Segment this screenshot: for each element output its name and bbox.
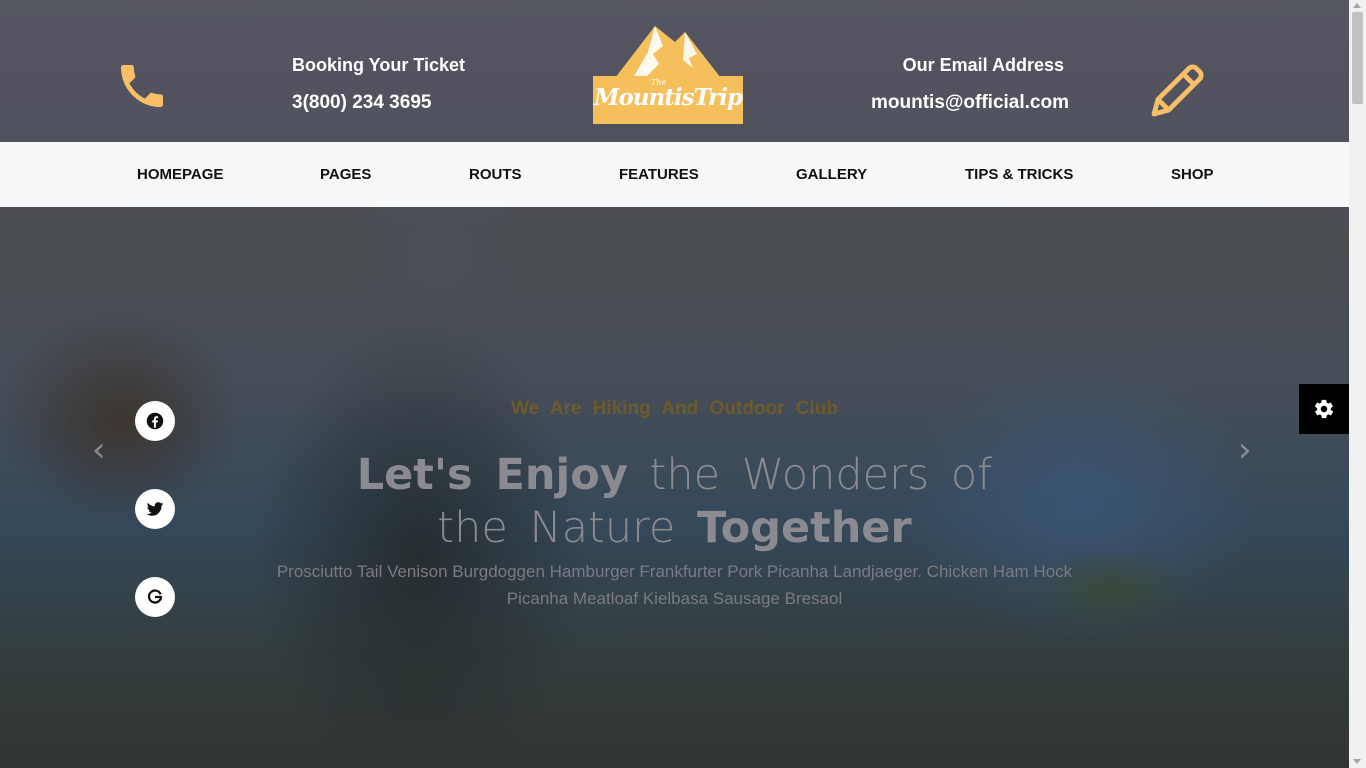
hero-title-line1: Let's Enjoy the Wonders of xyxy=(0,450,1349,500)
hero-description-line2: Picanha Meatloaf Kielbasa Sausage Bresao… xyxy=(506,589,843,608)
scroll-down-arrow-icon[interactable] xyxy=(1353,759,1361,764)
page-scrollbar[interactable] xyxy=(1349,0,1366,768)
google-button[interactable] xyxy=(135,577,175,617)
page: Booking Your Ticket 3(800) 234 3695 The … xyxy=(0,0,1366,768)
gear-icon xyxy=(1314,399,1334,419)
nav-tips-tricks[interactable]: TIPS & TRICKS xyxy=(965,166,1073,183)
nav-pages[interactable]: PAGES xyxy=(320,166,371,183)
mountain-logo-icon xyxy=(615,26,721,78)
nav-gallery[interactable]: GALLERY xyxy=(796,166,867,183)
pencil-icon xyxy=(1151,64,1204,117)
google-icon xyxy=(147,589,163,604)
email-title: Our Email Address xyxy=(902,55,1064,75)
hero-title-line2: the Nature Together xyxy=(0,503,1349,553)
logo-text: MountisTrip xyxy=(594,84,743,111)
facebook-button[interactable] xyxy=(135,401,175,441)
site-logo[interactable]: The MountisTrip xyxy=(593,24,743,124)
scroll-up-arrow-icon[interactable] xyxy=(1353,3,1361,8)
hero-description-line1: Prosciutto Tail Venison Burgdoggen Hambu… xyxy=(276,562,1073,581)
nav-shop[interactable]: SHOP xyxy=(1171,166,1214,183)
hero-subtitle: We Are Hiking And Outdoor Club xyxy=(511,398,838,419)
scrollbar-thumb[interactable] xyxy=(1352,12,1363,104)
hero-title-together: Together xyxy=(697,503,912,553)
facebook-icon xyxy=(146,412,164,430)
hero-title-bold: Let's Enjoy xyxy=(356,450,628,500)
top-header: Booking Your Ticket 3(800) 234 3695 The … xyxy=(0,0,1349,142)
twitter-icon xyxy=(146,502,164,516)
booking-phone[interactable]: 3(800) 234 3695 xyxy=(292,92,431,114)
nav-homepage[interactable]: HOMEPAGE xyxy=(137,166,223,183)
email-address[interactable]: mountis@official.com xyxy=(871,92,1069,114)
twitter-button[interactable] xyxy=(135,489,175,529)
hero-title-rest: the Wonders of xyxy=(649,450,993,500)
nav-features[interactable]: FEATURES xyxy=(619,166,699,183)
slider-prev-arrow-icon[interactable]: ‹ xyxy=(92,430,106,470)
booking-title: Booking Your Ticket xyxy=(292,55,466,75)
nav-routs[interactable]: ROUTS xyxy=(469,166,522,183)
phone-icon xyxy=(121,65,163,107)
main-navigation: HOMEPAGE PAGES ROUTS FEATURES GALLERY TI… xyxy=(0,142,1349,207)
slider-next-arrow-icon[interactable]: › xyxy=(1238,430,1252,470)
settings-button[interactable] xyxy=(1299,384,1349,434)
hero-title-light: the Nature xyxy=(437,503,676,553)
